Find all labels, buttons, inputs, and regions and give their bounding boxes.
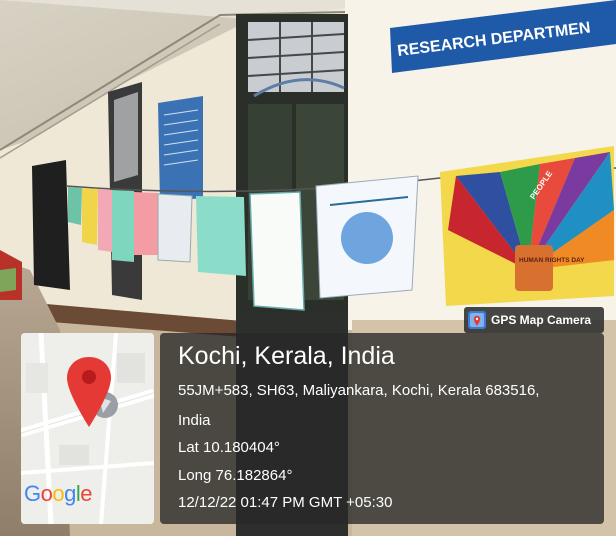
plants (0, 268, 16, 292)
far-door (32, 160, 70, 290)
logo-letter: o (40, 481, 53, 506)
latitude: Lat 10.180404° (178, 439, 280, 456)
gps-map-camera-badge: GPS Map Camera (464, 307, 604, 333)
google-logo: Google (24, 481, 93, 507)
datetime-stamp: 12/12/22 01:47 PM GMT +05:30 (178, 494, 393, 511)
poster (134, 192, 158, 255)
gps-badge-label: GPS Map Camera (491, 313, 592, 327)
poster (157, 193, 193, 263)
logo-letter: o (52, 481, 65, 506)
gps-camera-icon (468, 311, 486, 329)
longitude: Long 76.182864° (178, 467, 293, 484)
poster (112, 190, 134, 262)
photo-frame: RESEARCH DEPARTMEN HUMAN RIGHTS DAY PEOP… (0, 0, 616, 536)
address-line-1: 55JM+583, SH63, Maliyankara, Kochi, Kera… (178, 382, 540, 399)
poster (98, 189, 112, 252)
poster (82, 188, 98, 245)
logo-letter: G (24, 481, 41, 506)
poster (68, 187, 82, 225)
hr-poster-jar (515, 245, 553, 291)
poster (249, 191, 305, 311)
poster-globe (341, 212, 393, 264)
map-thumbnail[interactable]: Google (21, 333, 154, 524)
logo-letter: g (64, 481, 76, 506)
address-line-2: India (178, 412, 211, 429)
logo-letter: e (80, 481, 93, 506)
map-pin-icon (67, 357, 118, 427)
window-pane (114, 92, 138, 182)
place-name: Kochi, Kerala, India (178, 342, 395, 370)
poster (196, 196, 246, 276)
hr-poster-label: HUMAN RIGHTS DAY (519, 257, 585, 264)
notice-board (158, 96, 203, 202)
